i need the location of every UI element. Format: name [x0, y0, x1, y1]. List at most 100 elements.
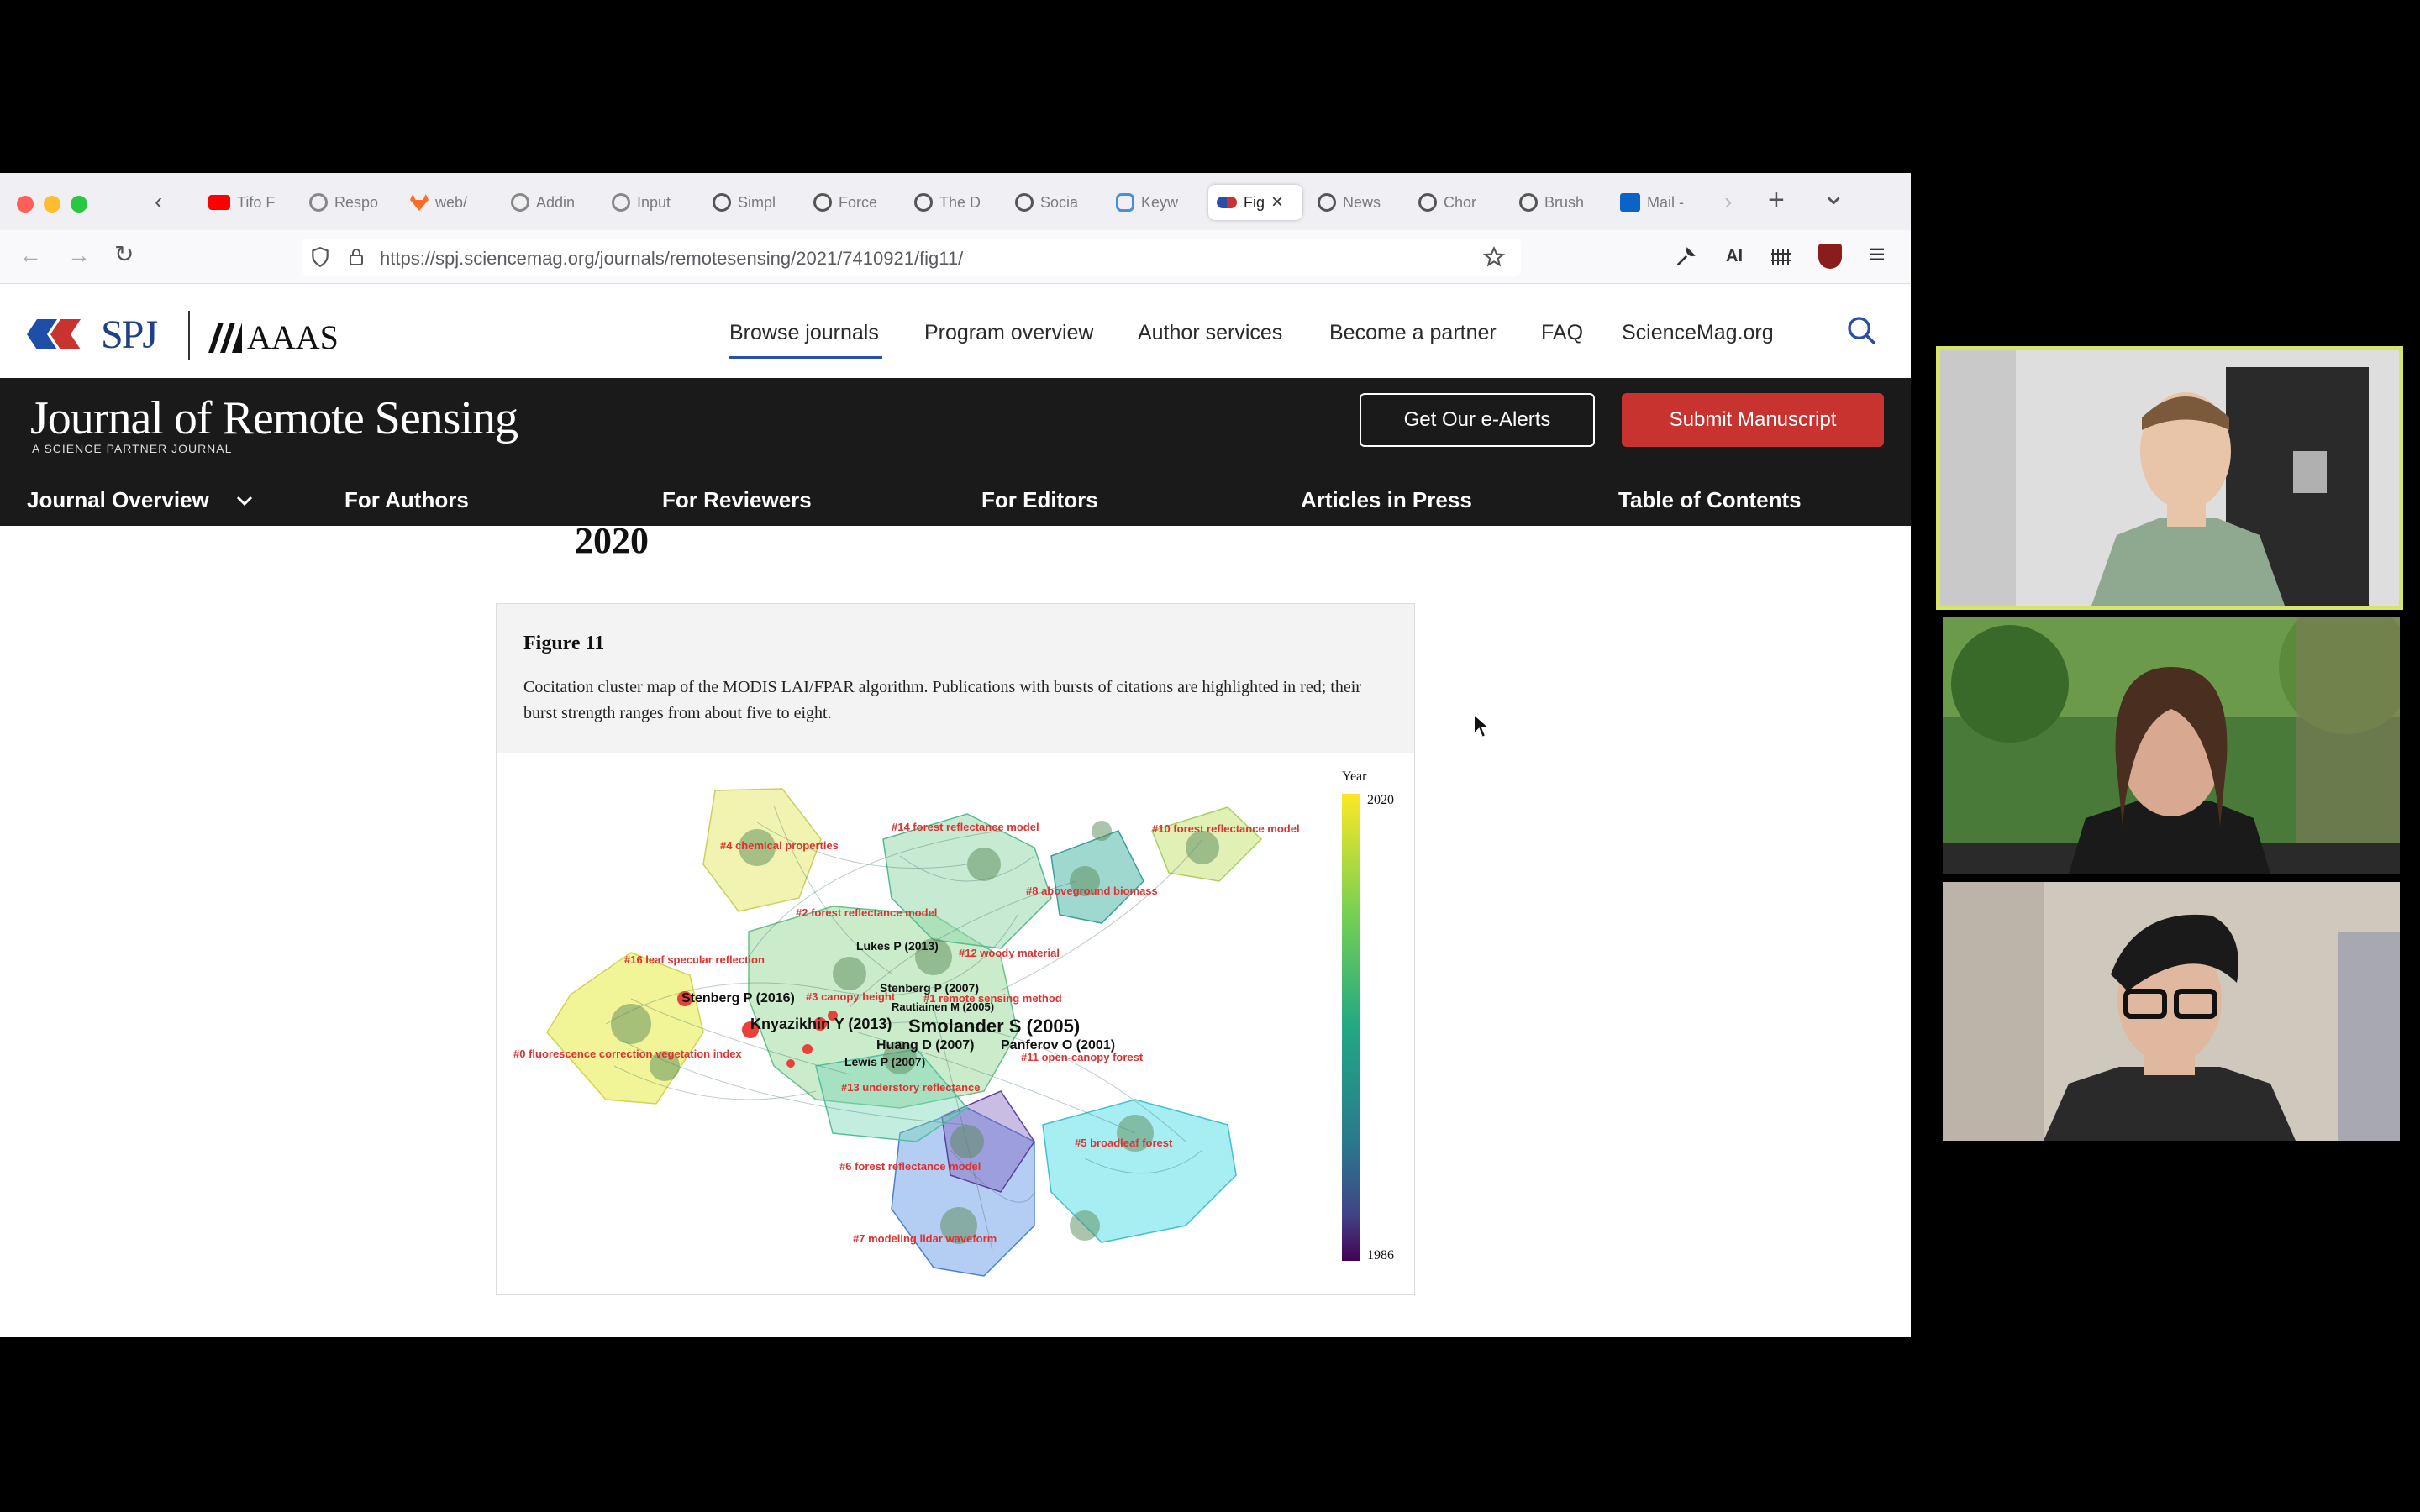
tab-scroll-right-icon[interactable]: › — [1724, 190, 1732, 213]
library-icon[interactable] — [1770, 245, 1795, 269]
page-icon — [612, 193, 630, 212]
shield-icon — [312, 247, 329, 268]
cluster-label: #6 forest reflectance model — [839, 1160, 981, 1173]
cluster-label: #0 fluorescence correction vegetation in… — [513, 1047, 742, 1060]
author-label: Stenberg P (2007) — [880, 981, 979, 995]
observable-icon — [813, 193, 832, 212]
submit-manuscript-button[interactable]: Submit Manuscript — [1622, 393, 1884, 447]
journal-nav-overview[interactable]: Journal Overview — [27, 487, 254, 513]
author-label: Lewis P (2007) — [844, 1055, 925, 1068]
new-tab-button[interactable]: + — [1768, 186, 1785, 214]
burst-node — [786, 1059, 795, 1068]
tab-brush[interactable]: Brush — [1519, 185, 1603, 220]
participant-video — [1943, 882, 2400, 1141]
journal-nav-table-of-contents[interactable]: Table of Contents — [1618, 487, 1802, 513]
cluster-label: #16 leaf specular reflection — [624, 953, 765, 966]
nav-author-services[interactable]: Author services — [1138, 321, 1282, 345]
cluster-label: #8 aboveground biomass — [1026, 885, 1158, 897]
gitlab-icon — [410, 194, 429, 211]
cluster-label: #14 forest reflectance model — [892, 821, 1039, 833]
tab-news[interactable]: News — [1318, 185, 1402, 220]
nav-become-partner[interactable]: Become a partner — [1329, 321, 1497, 345]
nav-faq[interactable]: FAQ — [1541, 321, 1583, 345]
tab-input[interactable]: Input — [612, 185, 696, 220]
page-content: 2020 Figure 11 Cocitation cluster map of… — [0, 520, 1911, 1337]
journal-nav-editors[interactable]: For Editors — [981, 487, 1098, 513]
aaas-logo[interactable]: AAAS — [207, 318, 339, 357]
spj-wordmark: SPJ — [101, 312, 158, 357]
figure-panel: Figure 11 Cocitation cluster map of the … — [496, 603, 1415, 1295]
web-page: SPJ AAAS Browse journals Program overvie… — [0, 284, 1911, 1337]
back-button[interactable]: ← — [18, 242, 42, 269]
participant-video — [1940, 350, 2399, 606]
nav-program-overview[interactable]: Program overview — [924, 321, 1093, 345]
figure-header: Figure 11 Cocitation cluster map of the … — [497, 604, 1414, 753]
cluster-label: #12 woody material — [959, 947, 1060, 959]
tab-force[interactable]: Force — [813, 185, 897, 220]
journal-nav-reviewers[interactable]: For Reviewers — [662, 487, 812, 513]
colorbar-max-label: 2020 — [1367, 793, 1394, 807]
author-label: Lukes P (2013) — [856, 939, 939, 953]
author-label: Panferov O (2001) — [1001, 1038, 1115, 1053]
minimize-window-button[interactable] — [44, 196, 60, 213]
spj-logo[interactable]: SPJ — [27, 311, 158, 358]
outlook-icon — [1620, 193, 1640, 212]
author-label: Stenberg P (2016) — [681, 991, 795, 1005]
search-icon[interactable] — [1845, 314, 1879, 348]
nav-active-underline — [729, 356, 882, 359]
mouse-cursor-icon — [1473, 712, 1491, 739]
nav-browse-journals[interactable]: Browse journals — [729, 321, 879, 345]
close-window-button[interactable] — [17, 196, 34, 213]
tab-mail[interactable]: Mail - — [1620, 185, 1704, 220]
forward-button[interactable]: → — [67, 242, 91, 269]
tab-figure-active[interactable]: Fig × — [1208, 185, 1302, 220]
tab-the-d[interactable]: The D — [914, 185, 998, 220]
tab-youtube[interactable]: Tifo F — [208, 185, 292, 220]
tab-chord[interactable]: Chor — [1418, 185, 1502, 220]
e-alerts-button[interactable]: Get Our e-Alerts — [1360, 393, 1595, 447]
video-tile-participant-3[interactable] — [1943, 882, 2400, 1141]
tab-adding[interactable]: Addin — [511, 185, 595, 220]
figure-title: Figure 11 — [523, 633, 605, 654]
address-bar[interactable]: https://spj.sciencemag.org/journals/remo… — [302, 239, 1521, 276]
year-heading: 2020 — [575, 520, 649, 561]
video-tile-participant-2[interactable] — [1943, 617, 2400, 874]
tab-gitlab[interactable]: web/ — [410, 185, 494, 220]
ai-extension-icon[interactable]: AI — [1726, 247, 1743, 266]
tab-list-icon[interactable]: ⌄ — [1822, 181, 1846, 209]
video-tile-participant-1[interactable] — [1936, 346, 2403, 610]
observable-icon — [1418, 193, 1437, 212]
author-label: Huang D (2007) — [876, 1038, 974, 1053]
journal-nav-authors[interactable]: For Authors — [345, 487, 469, 513]
figure-caption: Cocitation cluster map of the MODIS LAI/… — [523, 678, 1361, 722]
cluster-label: #2 forest reflectance model — [796, 906, 937, 919]
tab-scroll-left-icon[interactable]: ‹ — [155, 190, 162, 213]
aaas-wordmark: AAAS — [247, 318, 339, 356]
ublock-extension-icon[interactable] — [1818, 244, 1842, 269]
tab-simple[interactable]: Simpl — [713, 185, 797, 220]
tab-social[interactable]: Socia — [1015, 185, 1099, 220]
observable-icon — [1015, 193, 1034, 212]
spj-logo-mark — [27, 319, 81, 349]
observable-icon — [1318, 193, 1336, 212]
url-text: https://spj.sciencemag.org/journals/remo… — [380, 248, 964, 269]
tab-response[interactable]: Respo — [309, 185, 393, 220]
wrench-icon[interactable] — [1674, 245, 1697, 269]
observable-icon — [1519, 193, 1538, 212]
zoom-window-button[interactable] — [71, 196, 87, 213]
tab-keyword[interactable]: Keyw — [1116, 185, 1200, 220]
journal-nav-articles-in-press[interactable]: Articles in Press — [1301, 487, 1472, 513]
observable-icon — [713, 193, 731, 212]
nav-sciencemag[interactable]: ScienceMag.org — [1622, 321, 1774, 345]
author-label: Rautiainen M (2005) — [892, 1000, 994, 1013]
bookmark-star-icon[interactable] — [1482, 245, 1506, 269]
page-icon — [511, 193, 529, 212]
colorbar — [1342, 794, 1360, 1261]
menu-button[interactable]: ≡ — [1869, 239, 1886, 271]
reload-button[interactable]: ↻ — [114, 240, 134, 268]
journal-title[interactable]: Journal of Remote Sensing — [30, 391, 518, 445]
cluster-label: #4 chemical properties — [720, 839, 839, 852]
colorbar-min-label: 1986 — [1367, 1248, 1394, 1263]
close-tab-icon[interactable]: × — [1271, 191, 1283, 214]
observable-icon — [914, 193, 933, 212]
